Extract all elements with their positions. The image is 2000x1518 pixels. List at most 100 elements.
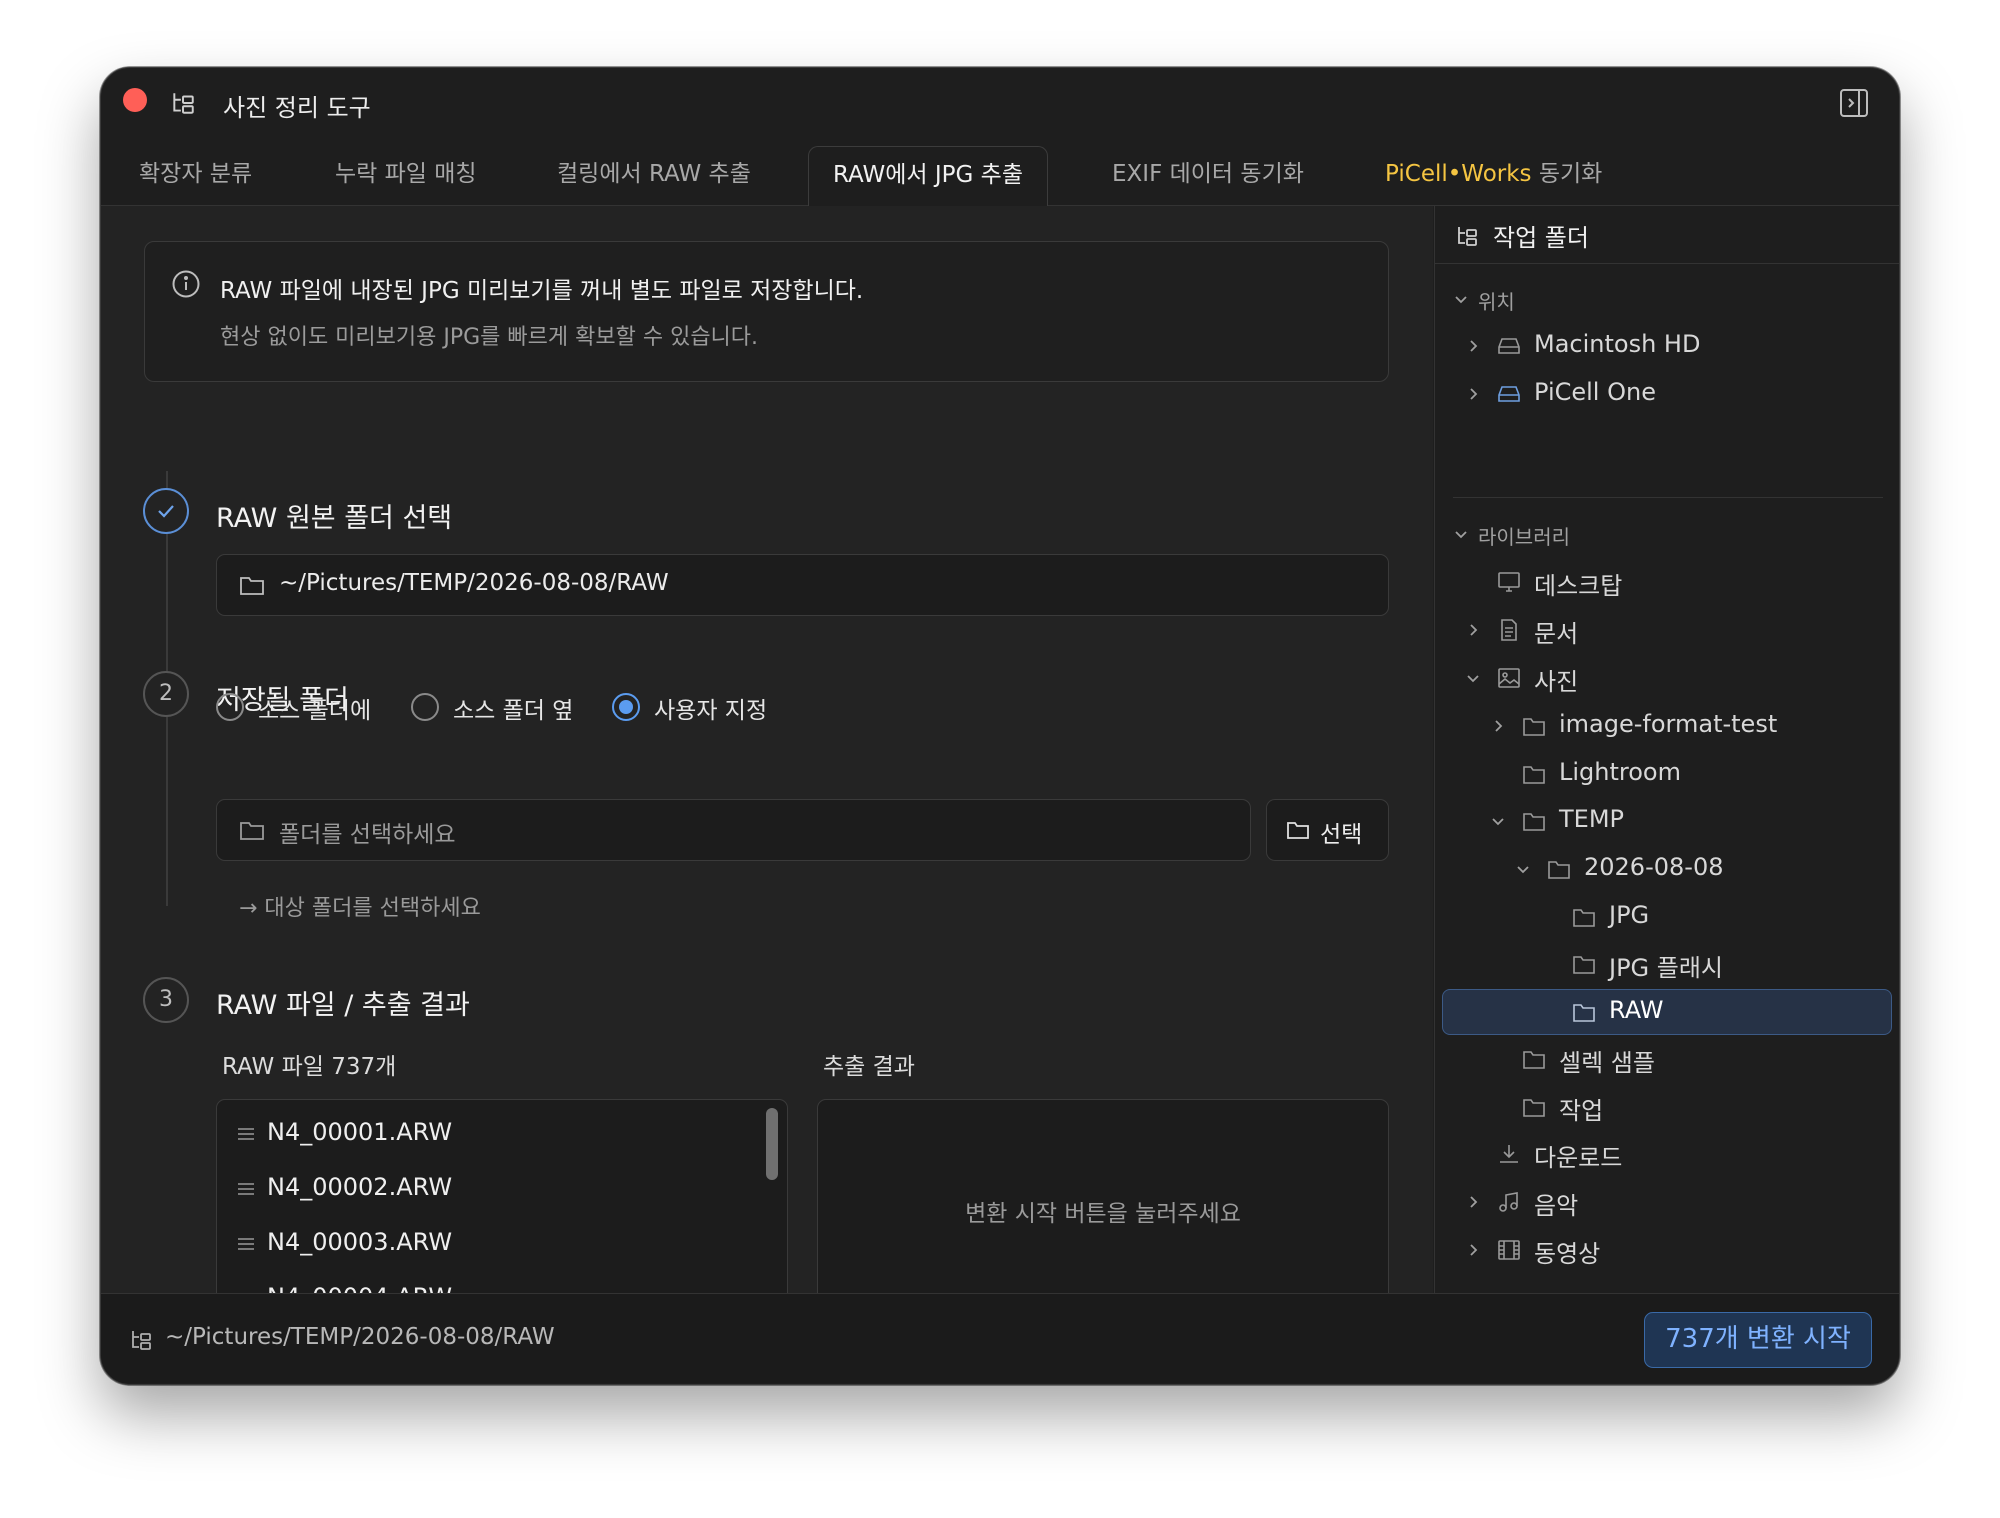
music-note-icon	[1499, 1192, 1518, 1212]
radio-circle	[411, 693, 439, 721]
sidebar-title: 작업 폴더	[1493, 224, 1589, 252]
main-panel: RAW 파일에 내장된 JPG 미리보기를 꺼내 별도 파일로 저장합니다. 현…	[101, 206, 1433, 1319]
info-subtext: 현상 없이도 미리보기용 JPG를 빠르게 확보할 수 있습니다.	[220, 325, 759, 350]
scrollbar-thumb[interactable]	[766, 1108, 778, 1180]
section-divider	[1453, 497, 1883, 498]
raw-files-header: RAW 파일 737개	[222, 1054, 397, 1080]
list-item[interactable]: N4_00003.ARW	[217, 1216, 787, 1271]
section-label-locations: 위치	[1478, 290, 1515, 314]
tab-culling-raw-extract[interactable]: 컬링에서 RAW 추출	[557, 146, 751, 206]
file-name: N4_00001.ARW	[267, 1118, 453, 1146]
raw-file-list[interactable]: N4_00001.ARW N4_00002.ARW N4_00003.ARW N…	[216, 1099, 788, 1319]
tab-missing-file-match[interactable]: 누락 파일 매칭	[335, 146, 477, 206]
file-name: N4_00002.ARW	[267, 1173, 453, 1201]
folder-tree-icon	[1458, 227, 1477, 246]
list-item[interactable]: N4_00001.ARW	[217, 1106, 787, 1161]
step-2-number: 2	[143, 671, 189, 717]
tree-item-label: JPG 플래시	[1609, 954, 1724, 982]
window-title: 사진 정리 도구	[223, 94, 371, 122]
folder-icon	[1573, 909, 1595, 927]
sidebar-item-2026-08-08[interactable]: 2026-08-08	[1435, 847, 1899, 891]
start-conversion-button[interactable]: 737개 변환 시작	[1644, 1312, 1872, 1368]
chevron-right-icon[interactable]	[1465, 1194, 1481, 1210]
sidebar-item-music[interactable]: 음악	[1435, 1180, 1899, 1224]
tree-item-label: JPG	[1609, 901, 1650, 929]
select-button-label: 선택	[1320, 822, 1363, 848]
sidebar-item-photos[interactable]: 사진	[1435, 656, 1899, 700]
chevron-down-icon[interactable]	[1453, 291, 1469, 307]
source-folder-field[interactable]: ~/Pictures/TEMP/2026-08-08/RAW	[216, 554, 1389, 616]
document-icon	[1501, 619, 1517, 641]
tab-raw-to-jpg[interactable]: RAW에서 JPG 추출	[808, 146, 1049, 207]
tree-item-label: 다운로드	[1534, 1144, 1623, 1172]
chevron-right-icon[interactable]	[1465, 338, 1481, 354]
sidebar-item-work[interactable]: 작업	[1435, 1085, 1899, 1129]
sidebar-item-picell-one[interactable]: PiCell One	[1435, 372, 1899, 416]
tab-brand-label: PiCell•Works	[1385, 161, 1532, 187]
sidebar-item-desktop[interactable]: 데스크탑	[1435, 560, 1899, 604]
sidebar-item-lightroom[interactable]: Lightroom	[1435, 752, 1899, 796]
tree-item-label: image-format-test	[1559, 710, 1778, 738]
step-3-title: RAW 파일 / 추출 결과	[216, 990, 470, 1021]
result-header: 추출 결과	[823, 1054, 915, 1080]
sidebar-item-jpg[interactable]: JPG	[1435, 895, 1899, 939]
folder-icon	[1548, 861, 1570, 879]
drag-handle-icon	[238, 1238, 254, 1250]
sidebar-header: 작업 폴더	[1435, 206, 1899, 264]
tab-picell-works-sync[interactable]: PiCell•Works 동기화	[1385, 146, 1602, 206]
chevron-right-icon[interactable]	[1465, 622, 1481, 638]
select-folder-button[interactable]: 선택	[1266, 799, 1389, 861]
tree-item-label: 작업	[1559, 1097, 1604, 1125]
folder-tree-icon	[173, 93, 194, 114]
tab-exif-sync[interactable]: EXIF 데이터 동기화	[1112, 146, 1304, 206]
chevron-down-icon[interactable]	[1465, 670, 1481, 686]
chevron-down-icon[interactable]	[1515, 861, 1531, 877]
folder-icon	[1573, 1004, 1595, 1022]
tab-extension-sort[interactable]: 확장자 분류	[139, 146, 252, 206]
chevron-down-icon[interactable]	[1453, 526, 1469, 542]
sidebar-item-macintosh-hd[interactable]: Macintosh HD	[1435, 324, 1899, 368]
sidebar-item-temp[interactable]: TEMP	[1435, 799, 1899, 843]
folder-icon	[1523, 766, 1545, 784]
file-name: N4_00003.ARW	[267, 1228, 453, 1256]
tree-item-label: 동영상	[1534, 1240, 1601, 1268]
folder-icon	[240, 577, 264, 595]
drag-handle-icon	[238, 1183, 254, 1195]
tree-item-label: RAW	[1609, 996, 1664, 1024]
radio-label: 소스 폴더에	[258, 698, 372, 724]
destination-folder-field[interactable]: 폴더를 선택하세요	[216, 799, 1251, 861]
tab-sync-label: 동기화	[1531, 161, 1603, 187]
sidebar-item-raw[interactable]: RAW	[1435, 990, 1899, 1034]
radio-label: 사용자 지정	[654, 698, 768, 724]
sidebar-item-documents[interactable]: 문서	[1435, 608, 1899, 652]
chevron-right-icon[interactable]	[1465, 1242, 1481, 1258]
info-text: RAW 파일에 내장된 JPG 미리보기를 꺼내 별도 파일로 저장합니다.	[220, 278, 864, 304]
sidebar-item-select-sample[interactable]: 셀렉 샘플	[1435, 1037, 1899, 1081]
radio-circle	[216, 693, 244, 721]
radio-label: 소스 폴더 옆	[453, 698, 574, 724]
sidebar-item-jpg-flash[interactable]: JPG 플래시	[1435, 942, 1899, 986]
tree-item-label: PiCell One	[1534, 378, 1656, 406]
tree-item-label: TEMP	[1559, 805, 1625, 833]
chevron-right-icon[interactable]	[1465, 386, 1481, 402]
folder-icon	[1523, 813, 1545, 831]
drag-handle-icon	[238, 1128, 254, 1140]
chevron-down-icon[interactable]	[1490, 813, 1506, 829]
tab-bar: 확장자 분류 누락 파일 매칭 컬링에서 RAW 추출 RAW에서 JPG 추출…	[101, 146, 1899, 207]
close-window-button[interactable]	[123, 88, 147, 112]
folder-icon	[1523, 1051, 1545, 1069]
sidebar-toggle-icon[interactable]	[1839, 88, 1869, 118]
sidebar-item-image-format-test[interactable]: image-format-test	[1435, 704, 1899, 748]
folder-icon	[1523, 718, 1545, 736]
step-1-title: RAW 원본 폴더 선택	[216, 503, 453, 534]
title-bar: 사진 정리 도구	[101, 68, 1899, 134]
tree-item-label: 데스크탑	[1534, 572, 1623, 600]
work-folder-sidebar: 작업 폴더 위치 Macintosh HD PiCell One 라이브러리 데…	[1434, 206, 1899, 1296]
external-drive-icon	[1498, 386, 1520, 402]
list-item[interactable]: N4_00002.ARW	[217, 1161, 787, 1216]
result-placeholder: 변환 시작 버튼을 눌러주세요	[965, 1201, 1241, 1227]
sidebar-item-downloads[interactable]: 다운로드	[1435, 1132, 1899, 1176]
chevron-right-icon[interactable]	[1490, 718, 1506, 734]
hard-drive-icon	[1498, 338, 1520, 354]
sidebar-item-videos[interactable]: 동영상	[1435, 1228, 1899, 1272]
